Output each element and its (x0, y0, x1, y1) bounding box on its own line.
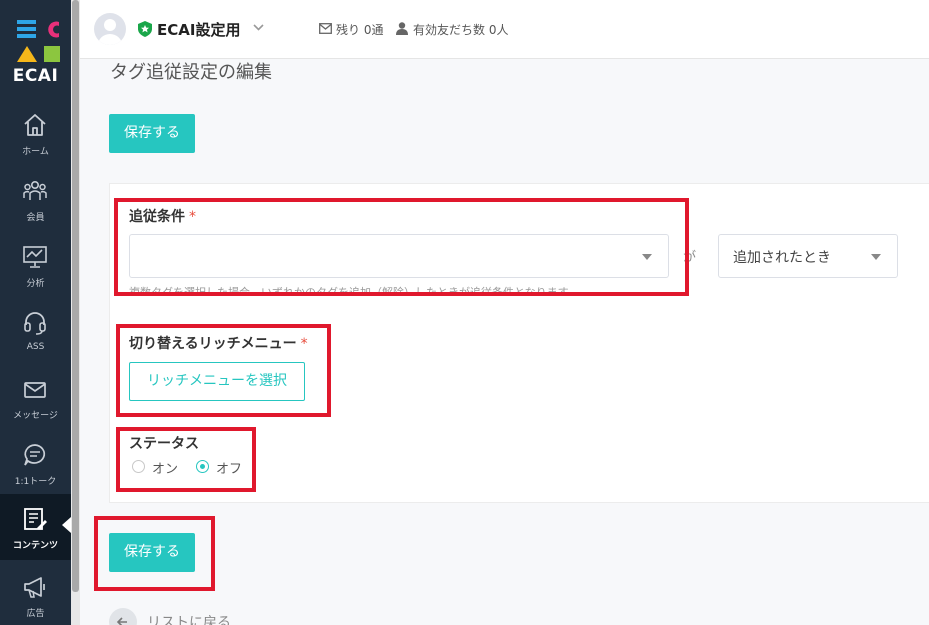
status-on-radio[interactable] (132, 460, 145, 473)
sidebar-scrollbar-thumb[interactable] (72, 0, 79, 592)
sidebar-item-talk[interactable]: 1:1トーク (0, 430, 71, 496)
sidebar-item-label: ホーム (22, 147, 49, 157)
account-name[interactable]: ECAI設定用 (157, 19, 240, 40)
caret-down-icon (642, 254, 652, 260)
status-label: ステータス (129, 436, 199, 452)
sidebar: ECAI ホーム 会員 分析 ASS メッセージ 1:1トーク コンテンツ 広告 (0, 0, 71, 625)
richmenu-label-text: 切り替えるリッチメニュー (129, 336, 297, 352)
content-icon (24, 508, 47, 530)
required-mark: * (300, 336, 308, 352)
ecai-logo[interactable]: ECAI (0, 0, 71, 92)
sidebar-item-message[interactable]: メッセージ (0, 364, 71, 430)
members-icon (23, 180, 47, 200)
remaining-messages: 残り 0通 (336, 23, 384, 37)
back-to-list-link[interactable]: リストに戻る (147, 612, 231, 625)
sidebar-item-label: 会員 (26, 213, 45, 223)
save-button-bottom[interactable]: 保存する (109, 533, 195, 572)
condition-tag-select[interactable] (129, 234, 669, 278)
sidebar-item-label: コンテンツ (12, 541, 58, 551)
chevron-down-icon[interactable] (253, 24, 264, 31)
active-indicator (62, 517, 71, 533)
condition-hint: 複数タグを選択した場合、いずれかのタグを追加（解除）したときが追従条件となります (129, 286, 569, 294)
chat-icon (24, 444, 46, 466)
caret-down-icon (871, 254, 881, 260)
arrow-left-icon (116, 617, 127, 625)
sidebar-item-label: 広告 (26, 609, 45, 619)
richmenu-label: 切り替えるリッチメニュー * (129, 333, 308, 353)
condition-label-text: 追従条件 (129, 209, 185, 225)
message-icon (24, 382, 46, 398)
logo-text: ECAI (12, 66, 59, 86)
trigger-value: 追加されたとき (733, 250, 831, 266)
page-title: タグ追従設定の編集 (110, 62, 272, 83)
avatar[interactable] (94, 13, 126, 45)
sidebar-item-contents[interactable]: コンテンツ (0, 494, 71, 560)
condition-label: 追従条件 * (129, 206, 196, 226)
analytics-icon (23, 246, 47, 268)
avatar-icon (98, 19, 122, 45)
sidebar-item-home[interactable]: ホーム (0, 100, 71, 166)
sidebar-item-label: 分析 (26, 279, 45, 289)
back-arrow-icon[interactable] (109, 608, 137, 625)
status-on-label[interactable]: オン (152, 458, 178, 477)
sidebar-item-label: メッセージ (13, 411, 58, 421)
ga-particle: が (683, 250, 697, 265)
select-richmenu-button[interactable]: リッチメニューを選択 (129, 362, 305, 401)
status-off-label[interactable]: オフ (216, 458, 242, 477)
top-header: ECAI設定用 残り 0通 有効友だち数 0人 (80, 0, 929, 59)
save-button-top[interactable]: 保存する (109, 114, 195, 153)
sidebar-item-label: ASS (26, 342, 45, 352)
home-icon (24, 114, 46, 136)
trigger-select[interactable]: 追加されたとき (718, 234, 898, 278)
logo-mark-icon (17, 20, 60, 62)
required-mark: * (189, 209, 196, 225)
sidebar-item-members[interactable]: 会員 (0, 166, 71, 232)
sidebar-item-label: 1:1トーク (14, 477, 57, 487)
sidebar-item-analytics[interactable]: 分析 (0, 232, 71, 298)
headset-icon (24, 312, 46, 335)
active-friends-count: 有効友だち数 0人 (413, 23, 509, 37)
status-off-radio[interactable] (196, 460, 209, 473)
sidebar-item-ads[interactable]: 広告 (0, 562, 71, 625)
mail-icon (319, 23, 332, 34)
megaphone-icon (24, 577, 45, 598)
sidebar-item-ass[interactable]: ASS (0, 298, 71, 364)
user-icon (396, 22, 408, 35)
verified-shield-icon (138, 21, 152, 37)
